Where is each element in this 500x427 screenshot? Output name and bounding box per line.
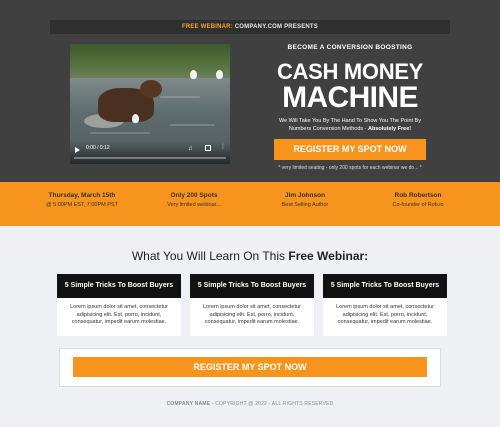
seating-note: * very limited seating - only 200 spots …: [278, 165, 422, 171]
hero-description: We Will Take You By The Hand To Show You…: [270, 117, 430, 133]
video-bird: [216, 70, 223, 79]
footer-copyright: - COPYRIGHT @ 2022 - ALL RIGHTS RESERVED: [210, 401, 334, 407]
hero-subtitle: BECOME A CONVERSION BOOSTING: [287, 44, 413, 51]
fullscreen-icon[interactable]: [205, 145, 211, 151]
video-bird: [190, 70, 197, 79]
hero-title-line2: MACHINE: [282, 81, 418, 114]
top-banner: FREE WEBINAR: COMPANY.COM PRESENTS: [50, 20, 450, 34]
info-subtitle: @ 5:00PM EST, 7:00PM PST: [46, 202, 118, 208]
register-button-bottom[interactable]: REGISTER MY SPOT NOW: [73, 357, 427, 377]
video-bear-head: [140, 80, 162, 98]
hero-title-line1: CASH MONEY: [276, 59, 424, 84]
video-ripple: [90, 132, 150, 134]
card-title: 5 Simple Tricks To Boost Buyers: [190, 274, 314, 298]
info-spots: Only 200 Spots Very limited webinar...: [139, 192, 249, 208]
video-time: 0:00 / 0:12: [86, 145, 110, 151]
footer-company: COMPANY NAME: [166, 401, 211, 407]
volume-icon[interactable]: ♫: [188, 146, 193, 152]
video-grass: [70, 44, 230, 78]
banner-text: COMPANY.COM PRESENTS: [232, 24, 319, 30]
info-host-1: Jim Johnson Best Selling Author: [250, 192, 360, 208]
learn-card: 5 Simple Tricks To Boost Buyers Lorem ip…: [323, 274, 447, 336]
card-title: 5 Simple Tricks To Boost Buyers: [323, 274, 447, 298]
info-date: Thursday, March 15th @ 5:00PM EST, 7:00P…: [27, 192, 137, 208]
register-button-hero[interactable]: REGISTER MY SPOT NOW: [274, 139, 426, 160]
learn-heading-bold: Free Webinar:: [288, 249, 369, 263]
info-title: Rob Robertson: [394, 192, 442, 199]
info-host-2: Rob Robertson Co-founder of Rob.io: [363, 192, 473, 208]
learn-card: 5 Simple Tricks To Boost Buyers Lorem ip…: [57, 274, 181, 336]
hero-description-emphasis: Absolutely Free!: [368, 126, 412, 132]
card-body: Lorem ipsum dolor sit amet, consectetur …: [336, 304, 434, 325]
video-ripple: [160, 96, 200, 98]
card-body: Lorem ipsum dolor sit amet, consectetur …: [203, 304, 301, 325]
info-subtitle: Very limited webinar...: [167, 202, 221, 208]
learn-heading-text: What You Will Learn On This: [131, 249, 289, 263]
info-title: Jim Johnson: [284, 192, 326, 199]
learn-card: 5 Simple Tricks To Boost Buyers Lorem ip…: [190, 274, 314, 336]
card-body: Lorem ipsum dolor sit amet, consectetur …: [70, 304, 168, 325]
hero-copy: BECOME A CONVERSION BOOSTING CASH MONEY …: [270, 44, 430, 171]
play-icon[interactable]: [75, 147, 80, 153]
banner-highlight: FREE WEBINAR:: [181, 24, 233, 30]
more-options-icon[interactable]: ⋮: [220, 144, 226, 150]
card-title: 5 Simple Tricks To Boost Buyers: [57, 274, 181, 298]
video-ripple: [170, 124, 215, 126]
footer: COMPANY NAME - COPYRIGHT @ 2022 - ALL RI…: [0, 401, 500, 407]
video-player[interactable]: 0:00 / 0:12 ♫ ⋮: [70, 44, 230, 164]
info-subtitle: Best Selling Author: [281, 202, 329, 208]
info-title: Thursday, March 15th: [48, 192, 116, 199]
video-progress-bar[interactable]: [74, 157, 226, 159]
learn-heading: What You Will Learn On This Free Webinar…: [0, 249, 500, 263]
video-bird: [132, 114, 139, 123]
info-subtitle: Co-founder of Rob.io: [392, 202, 444, 208]
info-title: Only 200 Spots: [170, 192, 218, 199]
